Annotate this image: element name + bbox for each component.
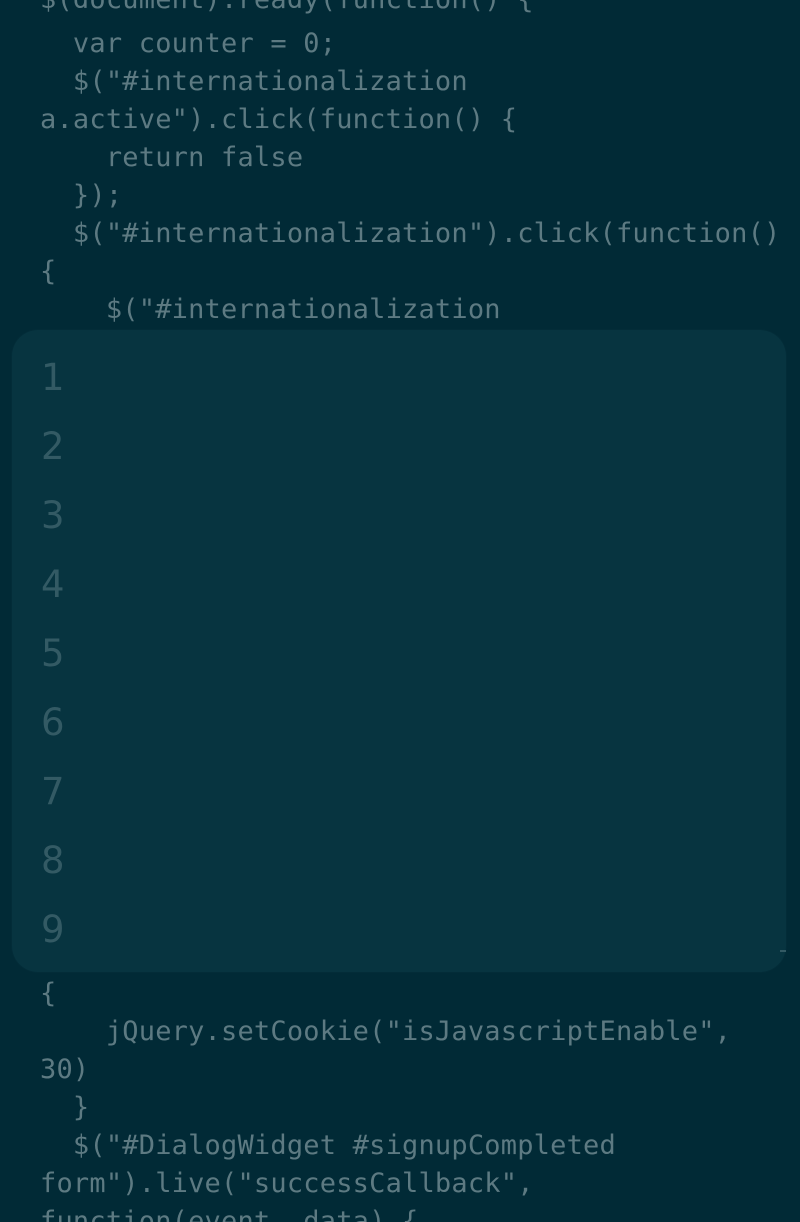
code-line-counter: var counter = 0; <box>40 28 337 59</box>
line-number-2: 2 <box>41 425 65 468</box>
code-line-callback-function: function(event, data) { <box>40 1206 419 1222</box>
code-line-live-callback: form").live("successCallback", <box>40 1168 534 1199</box>
code-line-open-brace-lower: { <box>40 978 57 1009</box>
line-number-3: 3 <box>41 494 65 537</box>
code-line-cookie-duration: 30) <box>40 1054 90 1085</box>
code-line-internationalization-click: $("#internationalization").click(functio… <box>40 218 781 249</box>
code-line-close-handler: }); <box>40 180 123 211</box>
line-number-7: 7 <box>41 770 65 813</box>
code-line-close-brace: } <box>40 1092 90 1123</box>
line-number-9: 9 <box>41 908 65 951</box>
overlay-edge-mark <box>780 950 786 952</box>
code-line-return-false: return false <box>40 142 304 173</box>
line-number-5: 5 <box>41 632 65 675</box>
line-number-1: 1 <box>41 356 65 399</box>
code-line-document-ready: $(document).ready(function() { <box>40 0 534 19</box>
code-line-internationalization-nested: $("#internationalization <box>40 294 501 325</box>
line-number-overlay: 1 2 3 4 5 6 7 8 9 <box>12 330 786 972</box>
code-line-active-click: a.active").click(function() { <box>40 104 518 135</box>
code-line-dialog-widget: $("#DialogWidget #signupCompleted <box>40 1130 616 1161</box>
line-number-4: 4 <box>41 563 65 606</box>
code-line-set-cookie: jQuery.setCookie("isJavascriptEnable", <box>40 1016 732 1047</box>
line-number-6: 6 <box>41 701 65 744</box>
code-line-open-brace: { <box>40 256 57 287</box>
line-number-8: 8 <box>41 839 65 882</box>
code-line-internationalization-selector: $("#internationalization <box>40 66 468 97</box>
